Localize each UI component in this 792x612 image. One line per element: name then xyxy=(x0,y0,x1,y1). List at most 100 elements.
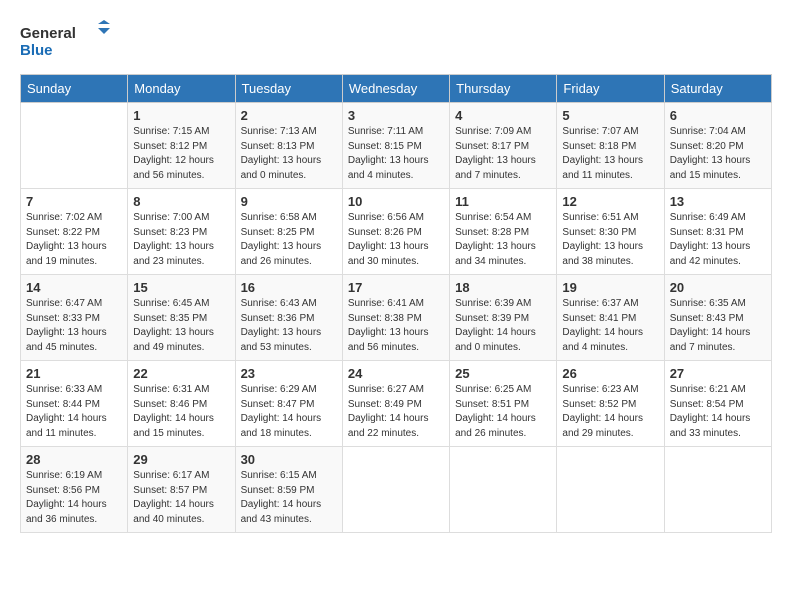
day-info: Sunrise: 6:15 AMSunset: 8:59 PMDaylight:… xyxy=(241,469,337,527)
day-info: Sunrise: 7:15 AMSunset: 8:12 PMDaylight:… xyxy=(133,125,229,183)
table-cell xyxy=(342,447,449,533)
table-cell: 27 Sunrise: 6:21 AMSunset: 8:54 PMDayligh… xyxy=(664,361,771,447)
table-cell: 28 Sunrise: 6:19 AMSunset: 8:56 PMDayligh… xyxy=(21,447,128,533)
day-number: 13 xyxy=(670,194,766,209)
day-info: Sunrise: 6:58 AMSunset: 8:25 PMDaylight:… xyxy=(241,211,337,269)
day-number: 20 xyxy=(670,280,766,295)
day-info: Sunrise: 6:35 AMSunset: 8:43 PMDaylight:… xyxy=(670,297,766,355)
day-info: Sunrise: 6:37 AMSunset: 8:41 PMDaylight:… xyxy=(562,297,658,355)
logo-svg: General Blue xyxy=(20,20,110,64)
day-info: Sunrise: 7:09 AMSunset: 8:17 PMDaylight:… xyxy=(455,125,551,183)
header-friday: Friday xyxy=(557,75,664,103)
table-cell: 21 Sunrise: 6:33 AMSunset: 8:44 PMDayligh… xyxy=(21,361,128,447)
day-info: Sunrise: 7:00 AMSunset: 8:23 PMDaylight:… xyxy=(133,211,229,269)
day-info: Sunrise: 7:13 AMSunset: 8:13 PMDaylight:… xyxy=(241,125,337,183)
day-number: 25 xyxy=(455,366,551,381)
table-cell: 7 Sunrise: 7:02 AMSunset: 8:22 PMDaylight… xyxy=(21,189,128,275)
header-tuesday: Tuesday xyxy=(235,75,342,103)
day-info: Sunrise: 7:04 AMSunset: 8:20 PMDaylight:… xyxy=(670,125,766,183)
table-cell: 14 Sunrise: 6:47 AMSunset: 8:33 PMDayligh… xyxy=(21,275,128,361)
day-info: Sunrise: 6:43 AMSunset: 8:36 PMDaylight:… xyxy=(241,297,337,355)
table-cell: 6 Sunrise: 7:04 AMSunset: 8:20 PMDaylight… xyxy=(664,103,771,189)
day-number: 16 xyxy=(241,280,337,295)
day-info: Sunrise: 6:41 AMSunset: 8:38 PMDaylight:… xyxy=(348,297,444,355)
day-number: 27 xyxy=(670,366,766,381)
day-number: 8 xyxy=(133,194,229,209)
table-cell: 30 Sunrise: 6:15 AMSunset: 8:59 PMDayligh… xyxy=(235,447,342,533)
day-number: 11 xyxy=(455,194,551,209)
table-cell xyxy=(21,103,128,189)
table-cell: 13 Sunrise: 6:49 AMSunset: 8:31 PMDayligh… xyxy=(664,189,771,275)
week-row-5: 28 Sunrise: 6:19 AMSunset: 8:56 PMDayligh… xyxy=(21,447,772,533)
day-number: 14 xyxy=(26,280,122,295)
table-cell: 18 Sunrise: 6:39 AMSunset: 8:39 PMDayligh… xyxy=(450,275,557,361)
logo: General Blue xyxy=(20,20,110,64)
header-saturday: Saturday xyxy=(664,75,771,103)
day-info: Sunrise: 6:49 AMSunset: 8:31 PMDaylight:… xyxy=(670,211,766,269)
day-info: Sunrise: 6:51 AMSunset: 8:30 PMDaylight:… xyxy=(562,211,658,269)
calendar-table: SundayMondayTuesdayWednesdayThursdayFrid… xyxy=(20,74,772,533)
table-cell: 5 Sunrise: 7:07 AMSunset: 8:18 PMDaylight… xyxy=(557,103,664,189)
day-info: Sunrise: 7:07 AMSunset: 8:18 PMDaylight:… xyxy=(562,125,658,183)
day-number: 10 xyxy=(348,194,444,209)
week-row-2: 7 Sunrise: 7:02 AMSunset: 8:22 PMDaylight… xyxy=(21,189,772,275)
table-cell xyxy=(557,447,664,533)
day-number: 29 xyxy=(133,452,229,467)
day-number: 1 xyxy=(133,108,229,123)
day-number: 23 xyxy=(241,366,337,381)
day-number: 15 xyxy=(133,280,229,295)
day-info: Sunrise: 6:29 AMSunset: 8:47 PMDaylight:… xyxy=(241,383,337,441)
day-info: Sunrise: 7:02 AMSunset: 8:22 PMDaylight:… xyxy=(26,211,122,269)
day-info: Sunrise: 6:39 AMSunset: 8:39 PMDaylight:… xyxy=(455,297,551,355)
day-number: 24 xyxy=(348,366,444,381)
day-number: 30 xyxy=(241,452,337,467)
table-cell: 10 Sunrise: 6:56 AMSunset: 8:26 PMDayligh… xyxy=(342,189,449,275)
day-info: Sunrise: 6:19 AMSunset: 8:56 PMDaylight:… xyxy=(26,469,122,527)
day-number: 18 xyxy=(455,280,551,295)
table-cell: 24 Sunrise: 6:27 AMSunset: 8:49 PMDayligh… xyxy=(342,361,449,447)
day-number: 26 xyxy=(562,366,658,381)
day-info: Sunrise: 6:45 AMSunset: 8:35 PMDaylight:… xyxy=(133,297,229,355)
table-cell: 29Sunrise: 6:17 AMSunset: 8:57 PMDayligh… xyxy=(128,447,235,533)
table-cell: 22 Sunrise: 6:31 AMSunset: 8:46 PMDayligh… xyxy=(128,361,235,447)
svg-text:General: General xyxy=(20,25,76,42)
table-cell: 17Sunrise: 6:41 AMSunset: 8:38 PMDayligh… xyxy=(342,275,449,361)
table-cell: 23 Sunrise: 6:29 AMSunset: 8:47 PMDayligh… xyxy=(235,361,342,447)
table-cell: 3 Sunrise: 7:11 AMSunset: 8:15 PMDaylight… xyxy=(342,103,449,189)
day-number: 21 xyxy=(26,366,122,381)
day-number: 22 xyxy=(133,366,229,381)
day-info: Sunrise: 6:21 AMSunset: 8:54 PMDaylight:… xyxy=(670,383,766,441)
day-info: Sunrise: 6:54 AMSunset: 8:28 PMDaylight:… xyxy=(455,211,551,269)
day-info: Sunrise: 6:25 AMSunset: 8:51 PMDaylight:… xyxy=(455,383,551,441)
day-number: 4 xyxy=(455,108,551,123)
day-info: Sunrise: 6:31 AMSunset: 8:46 PMDaylight:… xyxy=(133,383,229,441)
day-number: 28 xyxy=(26,452,122,467)
table-cell: 20 Sunrise: 6:35 AMSunset: 8:43 PMDayligh… xyxy=(664,275,771,361)
day-number: 7 xyxy=(26,194,122,209)
table-cell: 15 Sunrise: 6:45 AMSunset: 8:35 PMDayligh… xyxy=(128,275,235,361)
table-cell: 9Sunrise: 6:58 AMSunset: 8:25 PMDaylight… xyxy=(235,189,342,275)
page-header: General Blue xyxy=(20,20,772,64)
day-number: 19 xyxy=(562,280,658,295)
header-sunday: Sunday xyxy=(21,75,128,103)
table-cell: 8 Sunrise: 7:00 AMSunset: 8:23 PMDaylight… xyxy=(128,189,235,275)
table-cell: 26 Sunrise: 6:23 AMSunset: 8:52 PMDayligh… xyxy=(557,361,664,447)
week-row-3: 14 Sunrise: 6:47 AMSunset: 8:33 PMDayligh… xyxy=(21,275,772,361)
day-info: Sunrise: 6:47 AMSunset: 8:33 PMDaylight:… xyxy=(26,297,122,355)
week-row-1: 1 Sunrise: 7:15 AMSunset: 8:12 PMDaylight… xyxy=(21,103,772,189)
day-info: Sunrise: 6:33 AMSunset: 8:44 PMDaylight:… xyxy=(26,383,122,441)
day-number: 3 xyxy=(348,108,444,123)
table-cell: 16 Sunrise: 6:43 AMSunset: 8:36 PMDayligh… xyxy=(235,275,342,361)
day-info: Sunrise: 6:27 AMSunset: 8:49 PMDaylight:… xyxy=(348,383,444,441)
table-cell xyxy=(450,447,557,533)
day-number: 5 xyxy=(562,108,658,123)
day-info: Sunrise: 6:23 AMSunset: 8:52 PMDaylight:… xyxy=(562,383,658,441)
day-info: Sunrise: 6:56 AMSunset: 8:26 PMDaylight:… xyxy=(348,211,444,269)
table-cell: 1 Sunrise: 7:15 AMSunset: 8:12 PMDaylight… xyxy=(128,103,235,189)
table-cell: 2 Sunrise: 7:13 AMSunset: 8:13 PMDaylight… xyxy=(235,103,342,189)
day-number: 2 xyxy=(241,108,337,123)
header-wednesday: Wednesday xyxy=(342,75,449,103)
day-number: 6 xyxy=(670,108,766,123)
day-info: Sunrise: 7:11 AMSunset: 8:15 PMDaylight:… xyxy=(348,125,444,183)
week-row-4: 21 Sunrise: 6:33 AMSunset: 8:44 PMDayligh… xyxy=(21,361,772,447)
